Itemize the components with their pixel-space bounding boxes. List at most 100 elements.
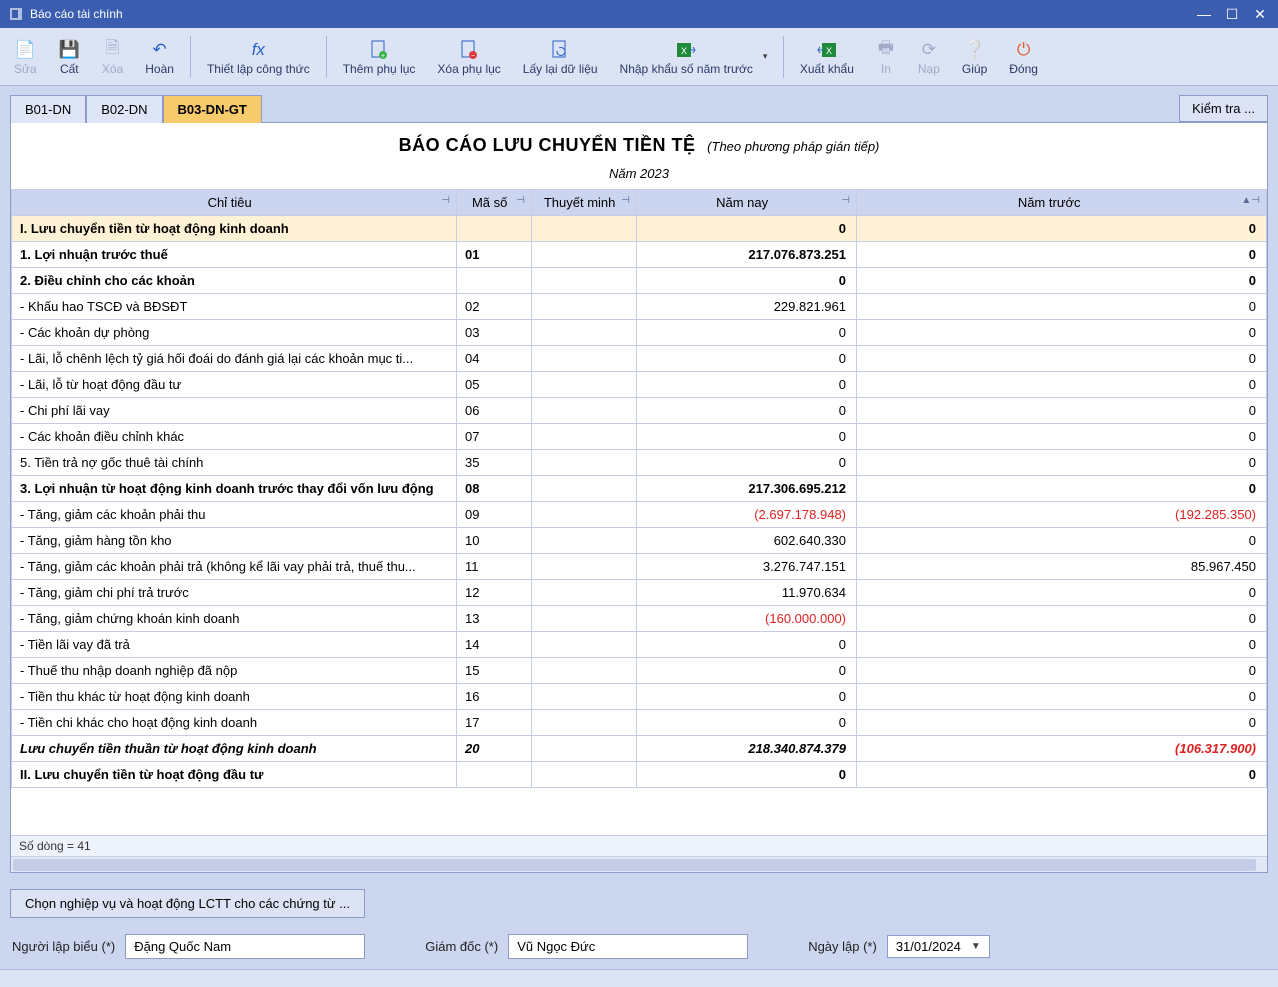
cell-namnay[interactable]: 0 [637, 424, 857, 450]
cell-namtruoc[interactable]: 0 [857, 632, 1267, 658]
table-row[interactable]: - Các khoản điều chỉnh khác0700 [12, 424, 1267, 450]
pin-icon[interactable]: ⊣ [841, 195, 850, 206]
table-row[interactable]: - Các khoản dự phòng0300 [12, 320, 1267, 346]
table-row[interactable]: - Tăng, giảm các khoản phải thu09(2.697.… [12, 502, 1267, 528]
cell-namtruoc[interactable]: 0 [857, 528, 1267, 554]
cell-maso[interactable]: 11 [457, 554, 532, 580]
cell-namnay[interactable]: 0 [637, 762, 857, 788]
chevron-down-icon[interactable]: ▼ [971, 941, 981, 952]
table-row[interactable]: I. Lưu chuyển tiền từ hoạt động kinh doa… [12, 216, 1267, 242]
exit-button[interactable]: ⏻Đóng [999, 36, 1048, 78]
cell-namnay[interactable]: 0 [637, 268, 857, 294]
cell-namtruoc[interactable]: 0 [857, 450, 1267, 476]
reload-data-button[interactable]: Lấy lại dữ liệu [513, 36, 608, 78]
maximize-button[interactable]: ☐ [1222, 6, 1242, 23]
table-row[interactable]: 2. Điều chỉnh cho các khoản00 [12, 268, 1267, 294]
cell-namnay[interactable]: 0 [637, 372, 857, 398]
cell-thuyetminh[interactable] [532, 710, 637, 736]
cell-thuyetminh[interactable] [532, 216, 637, 242]
cell-thuyetminh[interactable] [532, 242, 637, 268]
col-chitieu[interactable]: Chỉ tiêu⊣ [12, 190, 457, 216]
cell-thuyetminh[interactable] [532, 684, 637, 710]
undo-button[interactable]: ↶Hoàn [135, 36, 184, 78]
cell-namnay[interactable]: (2.697.178.948) [637, 502, 857, 528]
date-input[interactable]: 31/01/2024 ▼ [887, 935, 990, 958]
cell-maso[interactable]: 14 [457, 632, 532, 658]
cell-thuyetminh[interactable] [532, 502, 637, 528]
table-row[interactable]: 1. Lợi nhuận trước thuế01217.076.873.251… [12, 242, 1267, 268]
cell-namtruoc[interactable]: 0 [857, 606, 1267, 632]
minimize-button[interactable]: — [1194, 6, 1214, 23]
cell-thuyetminh[interactable] [532, 268, 637, 294]
remove-appendix-button[interactable]: −Xóa phụ lục [427, 36, 510, 78]
cell-namtruoc[interactable]: 0 [857, 372, 1267, 398]
cell-namtruoc[interactable]: 0 [857, 216, 1267, 242]
tab-b03-gt[interactable]: B03-DN-GT [163, 95, 262, 123]
col-thuyetminh[interactable]: Thuyết minh⊣ [532, 190, 637, 216]
cell-namnay[interactable]: 0 [637, 398, 857, 424]
save-button[interactable]: 💾Cất [49, 36, 90, 78]
add-appendix-button[interactable]: +Thêm phụ lục [333, 36, 426, 78]
table-row[interactable]: - Tăng, giảm chứng khoán kinh doanh13(16… [12, 606, 1267, 632]
table-row[interactable]: 5. Tiền trả nợ gốc thuê tài chính3500 [12, 450, 1267, 476]
cell-namtruoc[interactable]: (106.317.900) [857, 736, 1267, 762]
table-row[interactable]: - Thuế thu nhập doanh nghiệp đã nộp1500 [12, 658, 1267, 684]
cell-namnay[interactable]: 0 [637, 658, 857, 684]
cell-maso[interactable]: 35 [457, 450, 532, 476]
cell-namnay[interactable]: 0 [637, 710, 857, 736]
import-prev-year-button[interactable]: XNhập khẩu số năm trước [610, 36, 763, 78]
cell-namtruoc[interactable]: 0 [857, 476, 1267, 502]
preparer-input[interactable] [125, 934, 365, 959]
horizontal-scrollbar[interactable] [11, 856, 1267, 872]
table-row[interactable]: - Tăng, giảm hàng tồn kho10602.640.3300 [12, 528, 1267, 554]
cell-namnay[interactable]: 3.276.747.151 [637, 554, 857, 580]
table-row[interactable]: - Tăng, giảm chi phí trả trước1211.970.6… [12, 580, 1267, 606]
check-button[interactable]: Kiểm tra ... [1179, 95, 1268, 122]
cell-namtruoc[interactable]: 0 [857, 294, 1267, 320]
cell-maso[interactable] [457, 762, 532, 788]
cell-thuyetminh[interactable] [532, 320, 637, 346]
cell-namtruoc[interactable]: 0 [857, 580, 1267, 606]
cell-thuyetminh[interactable] [532, 736, 637, 762]
cell-namtruoc[interactable]: 0 [857, 346, 1267, 372]
cell-namtruoc[interactable]: 0 [857, 320, 1267, 346]
cell-namtruoc[interactable]: 0 [857, 710, 1267, 736]
cell-namnay[interactable]: 0 [637, 632, 857, 658]
cell-namtruoc[interactable]: 0 [857, 684, 1267, 710]
pin-icon[interactable]: ⊣ [621, 195, 630, 206]
cell-maso[interactable]: 01 [457, 242, 532, 268]
cell-maso[interactable]: 16 [457, 684, 532, 710]
cell-maso[interactable]: 08 [457, 476, 532, 502]
cell-maso[interactable]: 15 [457, 658, 532, 684]
cell-maso[interactable] [457, 216, 532, 242]
pin-icon[interactable]: ⊣ [1251, 195, 1260, 206]
cell-maso[interactable]: 20 [457, 736, 532, 762]
cell-thuyetminh[interactable] [532, 528, 637, 554]
cell-maso[interactable]: 02 [457, 294, 532, 320]
col-namnay[interactable]: Năm nay⊣ [637, 190, 857, 216]
cell-maso[interactable]: 06 [457, 398, 532, 424]
table-row[interactable]: - Khấu hao TSCĐ và BĐSĐT02229.821.9610 [12, 294, 1267, 320]
select-operations-button[interactable]: Chọn nghiệp vụ và hoạt động LCTT cho các… [10, 889, 365, 918]
cell-namnay[interactable]: 0 [637, 684, 857, 710]
cell-maso[interactable]: 07 [457, 424, 532, 450]
cell-namnay[interactable]: 11.970.634 [637, 580, 857, 606]
director-input[interactable] [508, 934, 748, 959]
cell-thuyetminh[interactable] [532, 424, 637, 450]
cell-maso[interactable] [457, 268, 532, 294]
table-row[interactable]: 3. Lợi nhuận từ hoạt động kinh doanh trư… [12, 476, 1267, 502]
table-row[interactable]: II. Lưu chuyển tiền từ hoạt động đầu tư0… [12, 762, 1267, 788]
cell-maso[interactable]: 03 [457, 320, 532, 346]
cell-thuyetminh[interactable] [532, 398, 637, 424]
cell-namtruoc[interactable]: 85.967.450 [857, 554, 1267, 580]
cell-namtruoc[interactable]: 0 [857, 658, 1267, 684]
cell-maso[interactable]: 10 [457, 528, 532, 554]
cell-namnay[interactable]: 217.306.695.212 [637, 476, 857, 502]
cell-maso[interactable]: 12 [457, 580, 532, 606]
cell-namnay[interactable]: 0 [637, 346, 857, 372]
close-button[interactable]: ✕ [1250, 6, 1270, 23]
tab-b01[interactable]: B01-DN [10, 95, 86, 123]
cell-namnay[interactable]: 602.640.330 [637, 528, 857, 554]
scroll-up-icon[interactable]: ▲ [1241, 195, 1251, 206]
cell-maso[interactable]: 17 [457, 710, 532, 736]
